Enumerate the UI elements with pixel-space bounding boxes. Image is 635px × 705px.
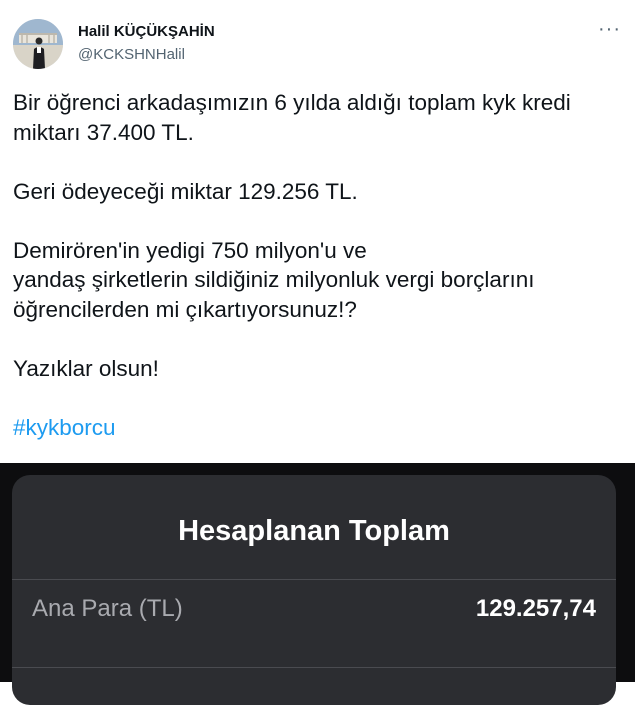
- tweet-line: Demirören'in yedigi 750 milyon'u ve: [13, 237, 367, 263]
- calculation-card: Hesaplanan Toplam Ana Para (TL) 129.257,…: [12, 475, 616, 705]
- tweet: Halil KÜÇÜKŞAHİN @KCKSHNHalil ··· Bir öğ…: [0, 0, 635, 463]
- tweet-line: miktarı 37.400 TL.: [13, 119, 194, 145]
- avatar[interactable]: [13, 19, 63, 69]
- more-options-icon[interactable]: ···: [598, 18, 621, 41]
- principal-value: 129.257,74: [475, 595, 596, 622]
- person-photo-icon: [13, 19, 63, 69]
- tweet-line: yandaş şirketlerin sildiğiniz milyonluk …: [13, 267, 535, 292]
- tweet-line: Bir öğrenci arkadaşımızın 6 yılda aldığı…: [13, 90, 571, 115]
- card-title: Hesaplanan Toplam: [178, 515, 450, 547]
- tweet-line: Yazıklar olsun!: [13, 355, 159, 381]
- tweet-text: Bir öğrenci arkadaşımızın 6 yılda aldığı…: [13, 88, 623, 442]
- tweet-line: öğrencilerden mi çıkartıyorsunuz!?: [13, 296, 357, 322]
- tweet-line: Geri ödeyeceği miktar 129.256 TL.: [13, 178, 358, 204]
- hashtag-link[interactable]: #kykborcu: [13, 413, 623, 443]
- user-display-name[interactable]: Halil KÜÇÜKŞAHİN: [78, 23, 215, 40]
- divider: [12, 579, 616, 580]
- divider: [12, 667, 616, 668]
- attached-image[interactable]: Hesaplanan Toplam Ana Para (TL) 129.257,…: [0, 463, 635, 705]
- user-handle[interactable]: @KCKSHNHalil: [78, 46, 185, 63]
- principal-label: Ana Para (TL): [32, 595, 183, 622]
